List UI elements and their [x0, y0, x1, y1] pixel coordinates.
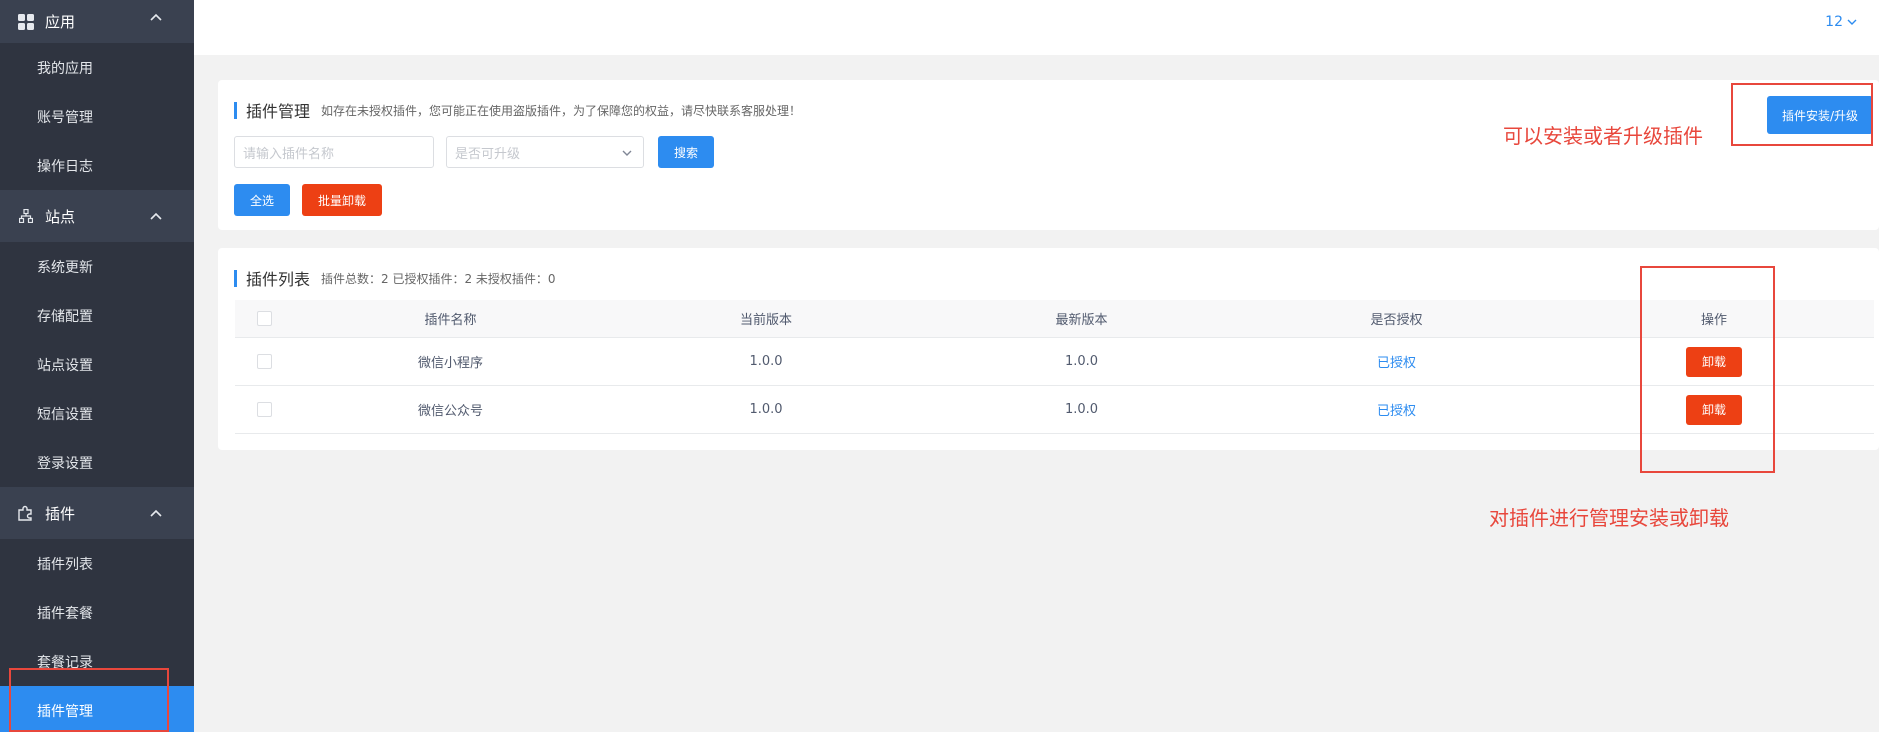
- search-input[interactable]: 请输入插件名称: [234, 136, 434, 168]
- sidebar-item-logs[interactable]: 操作日志: [0, 141, 194, 190]
- current-version: 1.0.0: [749, 402, 783, 417]
- select-placeholder: 是否可升级: [455, 146, 521, 162]
- column-header: 当前版本: [739, 313, 792, 328]
- title-accent-bar: [234, 269, 237, 287]
- page-title: 插件管理: [246, 102, 311, 121]
- chevron-down-icon: [1847, 19, 1857, 25]
- sidebar-item-plugin-list[interactable]: 插件列表: [0, 539, 194, 588]
- column-header: 最新版本: [1055, 313, 1108, 328]
- chevron-up-icon: [150, 13, 162, 21]
- action-highlight-box: [1640, 266, 1775, 473]
- current-version: 1.0.0: [749, 354, 783, 369]
- table-row: 微信公众号 1.0.0 1.0.0 已授权 卸载: [235, 386, 1874, 434]
- list-header: 插件列表 插件总数：2 已授权插件：2 未授权插件：0: [234, 266, 556, 290]
- sidebar-item-site-settings[interactable]: 站点设置: [0, 340, 194, 389]
- sidebar-group-label: 插件: [45, 504, 76, 523]
- sidebar: 应用 我的应用 账号管理 操作日志 站点 系统更新 存储配置 站点设置 短信设置…: [0, 0, 194, 732]
- plugin-manage-card: 插件管理 如存在未授权插件，您可能正在使用盗版插件，为了保障您的权益，请尽快联系…: [218, 80, 1879, 230]
- puzzle-icon: [17, 504, 35, 522]
- latest-version: 1.0.0: [1064, 354, 1099, 369]
- row-checkbox[interactable]: [256, 354, 272, 369]
- plugin-name: 微信小程序: [417, 356, 483, 371]
- plugin-list-card: 插件列表 插件总数：2 已授权插件：2 未授权插件：0 插件名称 当前版本 最新…: [218, 248, 1879, 450]
- sitemap-icon: [17, 207, 35, 225]
- grid-icon: [17, 13, 35, 31]
- sidebar-group-plugins[interactable]: 插件: [0, 487, 194, 539]
- install-note: 可以安装或者升级插件: [1503, 124, 1703, 148]
- plugin-stats: 插件总数：2 已授权插件：2 未授权插件：0: [321, 271, 556, 286]
- sidebar-group-site[interactable]: 站点: [0, 190, 194, 242]
- column-header: 插件名称: [424, 313, 477, 328]
- select-all-button[interactable]: 全选: [234, 184, 290, 216]
- user-menu[interactable]: 12: [1825, 14, 1857, 30]
- list-title: 插件列表: [246, 270, 311, 289]
- warning-tip: 如存在未授权插件，您可能正在使用盗版插件，为了保障您的权益，请尽快联系客服处理！: [321, 103, 802, 118]
- menu-highlight-box: [9, 668, 169, 732]
- card-header: 插件管理 如存在未授权插件，您可能正在使用盗版插件，为了保障您的权益，请尽快联系…: [234, 98, 801, 122]
- latest-version: 1.0.0: [1064, 402, 1099, 417]
- sidebar-item-login[interactable]: 登录设置: [0, 438, 194, 487]
- chevron-down-icon: [622, 150, 632, 156]
- sidebar-group-apps[interactable]: 应用: [0, 0, 194, 43]
- sidebar-group-label: 应用: [45, 13, 76, 31]
- column-header: 是否授权: [1370, 313, 1423, 328]
- chevron-up-icon: [150, 509, 162, 517]
- upgrade-filter-select[interactable]: 是否可升级: [446, 136, 644, 168]
- sidebar-item-my-apps[interactable]: 我的应用: [0, 43, 194, 92]
- search-button[interactable]: 搜索: [658, 136, 714, 168]
- auth-status: 已授权: [1376, 356, 1416, 371]
- chevron-up-icon: [150, 212, 162, 220]
- sidebar-item-system-update[interactable]: 系统更新: [0, 242, 194, 291]
- sidebar-item-plugin-packages[interactable]: 插件套餐: [0, 588, 194, 637]
- table-row: 微信小程序 1.0.0 1.0.0 已授权 卸载: [235, 338, 1874, 386]
- sidebar-group-label: 站点: [45, 207, 76, 226]
- plugin-table: 插件名称 当前版本 最新版本 是否授权 操作 微信小程序 1.0.0 1.0.0…: [235, 300, 1874, 434]
- batch-uninstall-button[interactable]: 批量卸载: [302, 184, 382, 216]
- user-name: 12: [1825, 14, 1843, 30]
- row-checkbox[interactable]: [256, 402, 272, 417]
- select-all-checkbox[interactable]: [256, 311, 272, 326]
- title-accent-bar: [234, 101, 237, 119]
- sidebar-item-accounts[interactable]: 账号管理: [0, 92, 194, 141]
- install-highlight-box: [1731, 83, 1873, 146]
- auth-status: 已授权: [1376, 404, 1416, 419]
- table-header: 插件名称 当前版本 最新版本 是否授权 操作: [235, 300, 1874, 338]
- plugin-name: 微信公众号: [417, 404, 483, 419]
- top-bar: 12: [194, 0, 1879, 55]
- sidebar-item-sms[interactable]: 短信设置: [0, 389, 194, 438]
- sidebar-item-storage[interactable]: 存储配置: [0, 291, 194, 340]
- manage-note: 对插件进行管理安装或卸载: [1489, 506, 1729, 530]
